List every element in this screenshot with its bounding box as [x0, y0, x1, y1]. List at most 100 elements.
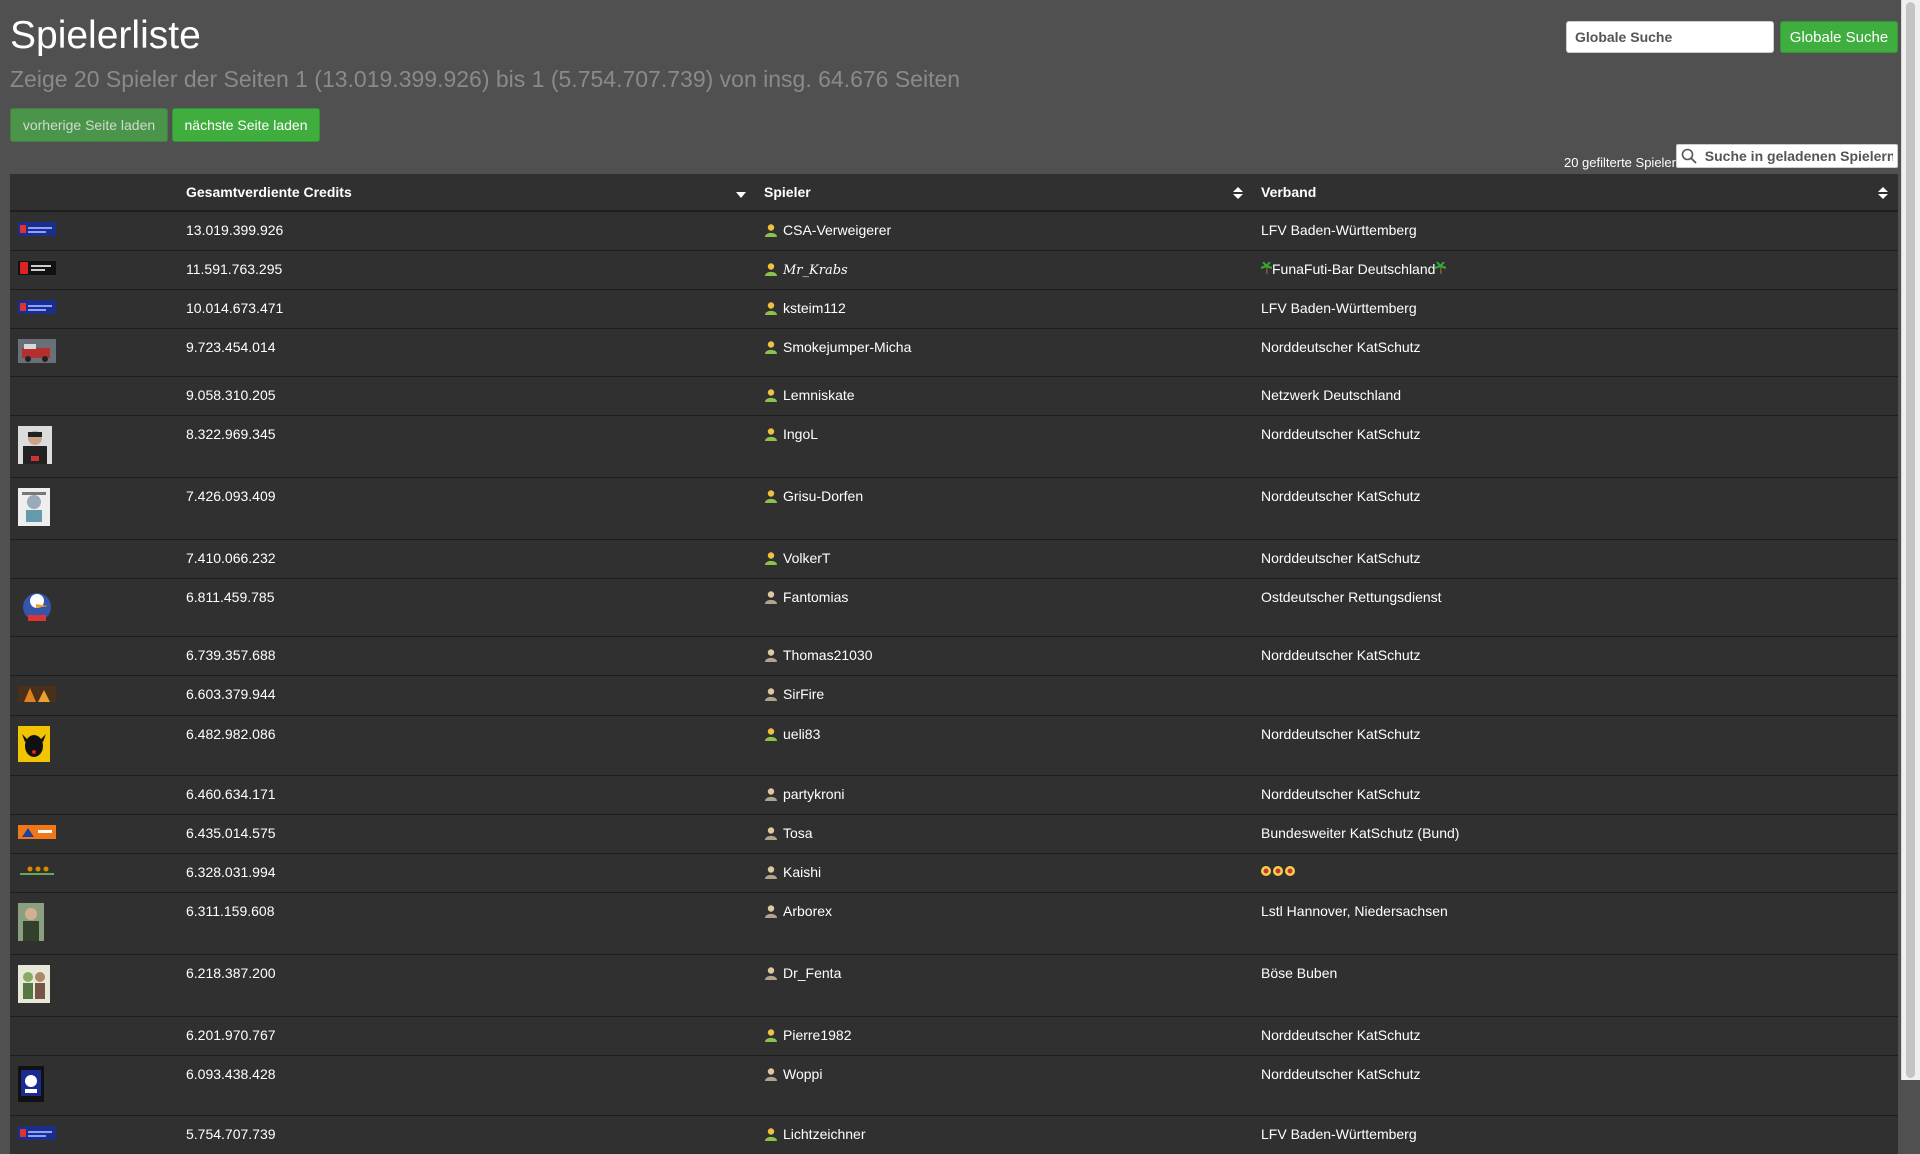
- player-name-link[interactable]: Arborex: [783, 903, 832, 919]
- table-row[interactable]: 7.426.093.409Grisu-DorfenNorddeutscher K…: [10, 478, 1898, 540]
- player-cell[interactable]: Lemniskate: [756, 377, 1253, 416]
- alliance-emblem-icon[interactable]: [1261, 864, 1297, 880]
- alliance-cell[interactable]: Norddeutscher KatSchutz: [1253, 716, 1898, 776]
- cartoon-image-icon[interactable]: [18, 488, 50, 529]
- alliance-cell[interactable]: Ostdeutscher Rettungsdienst: [1253, 579, 1898, 637]
- table-row[interactable]: 9.058.310.205LemniskateNetzwerk Deutschl…: [10, 377, 1898, 416]
- global-search-input[interactable]: [1566, 21, 1774, 53]
- table-row[interactable]: 6.201.970.767Pierre1982Norddeutscher Kat…: [10, 1017, 1898, 1056]
- lfv-bw-banner-icon[interactable]: [18, 1126, 56, 1143]
- player-name-link[interactable]: Smokejumper-Micha: [783, 339, 911, 355]
- alliance-name-link[interactable]: Bundesweiter KatSchutz (Bund): [1261, 825, 1459, 841]
- alliance-name-link[interactable]: Norddeutscher KatSchutz: [1261, 726, 1421, 742]
- duck-image-icon[interactable]: [18, 589, 56, 626]
- table-row[interactable]: 9.723.454.014Smokejumper-MichaNorddeutsc…: [10, 329, 1898, 377]
- player-cell[interactable]: Fantomias: [756, 579, 1253, 637]
- alliance-cell[interactable]: [1253, 854, 1898, 893]
- player-cell[interactable]: ksteim112: [756, 290, 1253, 329]
- player-cell[interactable]: SirFire: [756, 676, 1253, 716]
- alliance-name-link[interactable]: Norddeutscher KatSchutz: [1261, 426, 1421, 442]
- player-name-link[interactable]: ksteim112: [783, 300, 846, 316]
- player-name-link[interactable]: ueli83: [783, 726, 820, 742]
- alliance-name-link[interactable]: Norddeutscher KatSchutz: [1261, 647, 1421, 663]
- alliance-cell[interactable]: Norddeutscher KatSchutz: [1253, 776, 1898, 815]
- player-cell[interactable]: Pierre1982: [756, 1017, 1253, 1056]
- player-name-link[interactable]: IngoL: [783, 426, 818, 442]
- table-row[interactable]: 6.460.634.171partykroniNorddeutscher Kat…: [10, 776, 1898, 815]
- table-row[interactable]: 8.322.969.345IngoLNorddeutscher KatSchut…: [10, 416, 1898, 478]
- lion-crest-icon[interactable]: [18, 1066, 44, 1105]
- alliance-name-link[interactable]: Norddeutscher KatSchutz: [1261, 1027, 1421, 1043]
- table-row[interactable]: 6.093.438.428WoppiNorddeutscher KatSchut…: [10, 1056, 1898, 1116]
- player-name-link[interactable]: Dr_Fenta: [783, 965, 841, 981]
- table-row[interactable]: 6.603.379.944SirFire: [10, 676, 1898, 716]
- alliance-name-link[interactable]: LFV Baden-Württemberg: [1261, 300, 1417, 316]
- player-name-link[interactable]: partykroni: [783, 786, 844, 802]
- alliance-name-link[interactable]: Norddeutscher KatSchutz: [1261, 786, 1421, 802]
- column-header-player[interactable]: Spieler: [756, 174, 1253, 211]
- local-search-input[interactable]: [1701, 145, 1897, 167]
- player-cell[interactable]: Tosa: [756, 815, 1253, 854]
- scrollbar-thumb[interactable]: [1906, 2, 1915, 1078]
- bull-crest-icon[interactable]: [18, 726, 50, 765]
- alliance-cell[interactable]: Norddeutscher KatSchutz: [1253, 478, 1898, 540]
- table-row[interactable]: 7.410.066.232VolkerTNorddeutscher KatSch…: [10, 540, 1898, 579]
- alliance-cell[interactable]: LFV Baden-Württemberg: [1253, 211, 1898, 251]
- global-search-button[interactable]: Globale Suche: [1780, 21, 1898, 53]
- figures-photo-icon[interactable]: [18, 965, 50, 1006]
- player-cell[interactable]: Lichtzeichner: [756, 1116, 1253, 1154]
- player-name-link[interactable]: Thomas21030: [783, 647, 873, 663]
- alliance-cell[interactable]: Norddeutscher KatSchutz: [1253, 540, 1898, 579]
- table-row[interactable]: 6.311.159.608ArborexLstl Hannover, Niede…: [10, 893, 1898, 955]
- player-cell[interactable]: IngoL: [756, 416, 1253, 478]
- alliance-cell[interactable]: Netzwerk Deutschland: [1253, 377, 1898, 416]
- player-cell[interactable]: Woppi: [756, 1056, 1253, 1116]
- alliance-cell[interactable]: Norddeutscher KatSchutz: [1253, 416, 1898, 478]
- player-cell[interactable]: Smokejumper-Micha: [756, 329, 1253, 377]
- truck-photo-icon[interactable]: [18, 339, 56, 366]
- alliance-cell[interactable]: Norddeutscher KatSchutz: [1253, 329, 1898, 377]
- player-name-link[interactable]: VolkerT: [783, 550, 830, 566]
- alliance-cell[interactable]: Norddeutscher KatSchutz: [1253, 1017, 1898, 1056]
- player-cell[interactable]: Kaishi: [756, 854, 1253, 893]
- funafuti-banner-icon[interactable]: [18, 261, 56, 278]
- figures-banner-icon[interactable]: [18, 864, 56, 880]
- player-cell[interactable]: Dr_Fenta: [756, 955, 1253, 1017]
- player-name-link[interactable]: SirFire: [783, 686, 824, 702]
- alliance-cell[interactable]: Norddeutscher KatSchutz: [1253, 637, 1898, 676]
- next-page-button[interactable]: nächste Seite laden: [172, 108, 320, 142]
- alliance-name-link[interactable]: LFV Baden-Württemberg: [1261, 222, 1417, 238]
- player-name-link[interactable]: Tosa: [783, 825, 813, 841]
- column-header-credits[interactable]: Gesamtverdiente Credits: [178, 174, 756, 211]
- player-cell[interactable]: CSA-Verweigerer: [756, 211, 1253, 251]
- alliance-cell[interactable]: LFV Baden-Württemberg: [1253, 290, 1898, 329]
- player-name-link[interactable]: Grisu-Dorfen: [783, 488, 863, 504]
- table-row[interactable]: 13.019.399.926CSA-VerweigererLFV Baden-W…: [10, 211, 1898, 251]
- alliance-name-link[interactable]: Norddeutscher KatSchutz: [1261, 550, 1421, 566]
- alliance-name-link[interactable]: FunaFuti-Bar Deutschland: [1272, 261, 1435, 277]
- player-name-link[interactable]: Kaishi: [783, 864, 821, 880]
- lfv-bw-banner-icon[interactable]: [18, 300, 56, 317]
- alliance-cell[interactable]: [1253, 676, 1898, 716]
- player-name-link[interactable]: Mr_Krabs: [783, 263, 848, 278]
- player-cell[interactable]: Mr_Krabs: [756, 251, 1253, 290]
- orange-banner-icon[interactable]: [18, 825, 56, 842]
- table-row[interactable]: 6.328.031.994Kaishi: [10, 854, 1898, 893]
- alliance-name-link[interactable]: Böse Buben: [1261, 965, 1337, 981]
- alliance-cell[interactable]: FunaFuti-Bar Deutschland: [1253, 251, 1898, 290]
- table-row[interactable]: 6.482.982.086ueli83Norddeutscher KatSchu…: [10, 716, 1898, 776]
- alliance-name-link[interactable]: Norddeutscher KatSchutz: [1261, 488, 1421, 504]
- player-cell[interactable]: VolkerT: [756, 540, 1253, 579]
- alliance-cell[interactable]: Böse Buben: [1253, 955, 1898, 1017]
- player-name-link[interactable]: Pierre1982: [783, 1027, 852, 1043]
- table-row[interactable]: 10.014.673.471ksteim112LFV Baden-Württem…: [10, 290, 1898, 329]
- table-row[interactable]: 6.811.459.785FantomiasOstdeutscher Rettu…: [10, 579, 1898, 637]
- alliance-name-link[interactable]: LFV Baden-Württemberg: [1261, 1126, 1417, 1142]
- alliance-cell[interactable]: Bundesweiter KatSchutz (Bund): [1253, 815, 1898, 854]
- table-row[interactable]: 11.591.763.295Mr_KrabsFunaFuti-Bar Deuts…: [10, 251, 1898, 290]
- column-header-verband[interactable]: Verband: [1253, 174, 1898, 211]
- player-cell[interactable]: Thomas21030: [756, 637, 1253, 676]
- player-cell[interactable]: Grisu-Dorfen: [756, 478, 1253, 540]
- person-photo-icon[interactable]: [18, 903, 44, 944]
- vertical-scrollbar[interactable]: [1901, 0, 1920, 1080]
